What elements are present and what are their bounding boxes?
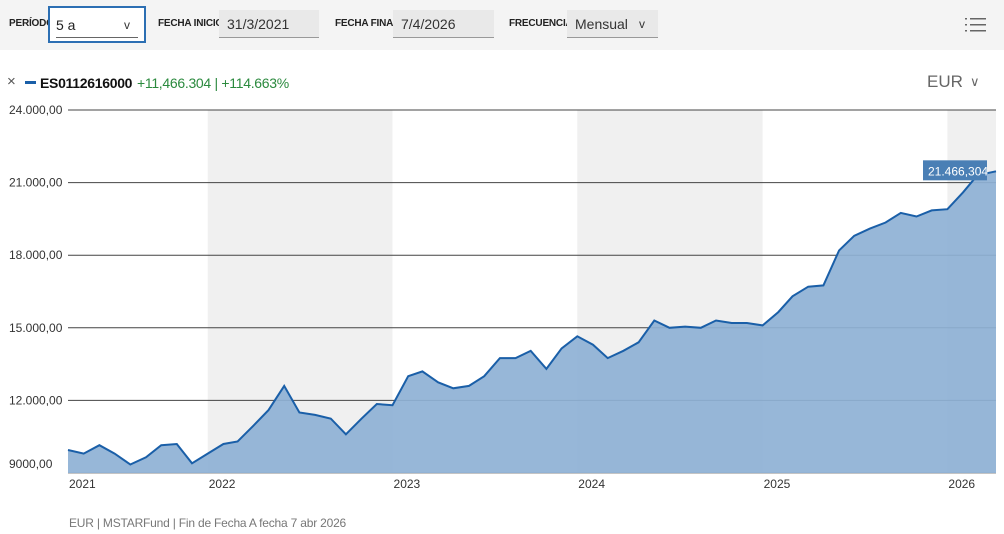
price-chart: 24.000,00 21.000,00 18.000,00 15.000,00 12.0… (9, 103, 997, 491)
list-menu-icon[interactable] (965, 16, 987, 34)
series-code: ES0112616000 (40, 75, 133, 91)
frequency-select[interactable]: Mensual v (567, 10, 658, 38)
chart-toolbar: PERÍODO 5 a v FECHA INICIO 31/3/2021 FEC… (0, 0, 1004, 50)
remove-series-icon[interactable]: × (7, 74, 16, 90)
start-date-value: 31/3/2021 (227, 16, 290, 32)
chevron-down-icon[interactable]: ∨ (970, 74, 980, 90)
y-tick-label: 18.000,00 (9, 248, 63, 262)
period-select-inner[interactable]: 5 a v (56, 12, 138, 38)
y-tick-label: 24.000,00 (9, 103, 63, 117)
x-tick-label: 2025 (764, 477, 791, 491)
y-tick-label: 21.000,00 (9, 176, 63, 190)
series-area (68, 171, 996, 474)
frequency-value: Mensual (575, 16, 628, 32)
y-tick-label: 15.000,00 (9, 321, 63, 335)
series-color-swatch (25, 81, 36, 84)
x-tick-label: 2024 (578, 477, 605, 491)
chart-footer: EUR | MSTARFund | Fin de Fecha A fecha 7… (69, 516, 347, 530)
y-tick-label: 9000,00 (9, 457, 53, 471)
chevron-down-icon: v (639, 17, 645, 31)
period-value: 5 a (56, 17, 76, 33)
end-date-value: 7/4/2026 (401, 16, 456, 32)
end-date-label: FECHA FINAL (335, 18, 400, 29)
start-date-field[interactable]: 31/3/2021 (219, 10, 319, 38)
period-select[interactable]: 5 a v (48, 6, 146, 43)
chevron-down-icon: v (124, 18, 130, 32)
frequency-label: FRECUENCIA (509, 18, 573, 29)
period-label: PERÍODO (9, 18, 54, 29)
start-date-label: FECHA INICIO (158, 18, 224, 29)
y-tick-label: 12.000,00 (9, 393, 63, 407)
end-date-field[interactable]: 7/4/2026 (393, 10, 494, 38)
x-tick-label: 2021 (69, 477, 96, 491)
end-value-label: 21.466,304 (928, 164, 988, 178)
chart-legend: × ES0112616000 +11,466.304 | +114.663% E… (0, 68, 1004, 98)
x-tick-label: 2022 (209, 477, 236, 491)
x-tick-label: 2023 (394, 477, 421, 491)
series-change: +11,466.304 | +114.663% (137, 75, 289, 91)
x-tick-label: 2026 (948, 477, 975, 491)
currency-select[interactable]: EUR (927, 72, 963, 92)
